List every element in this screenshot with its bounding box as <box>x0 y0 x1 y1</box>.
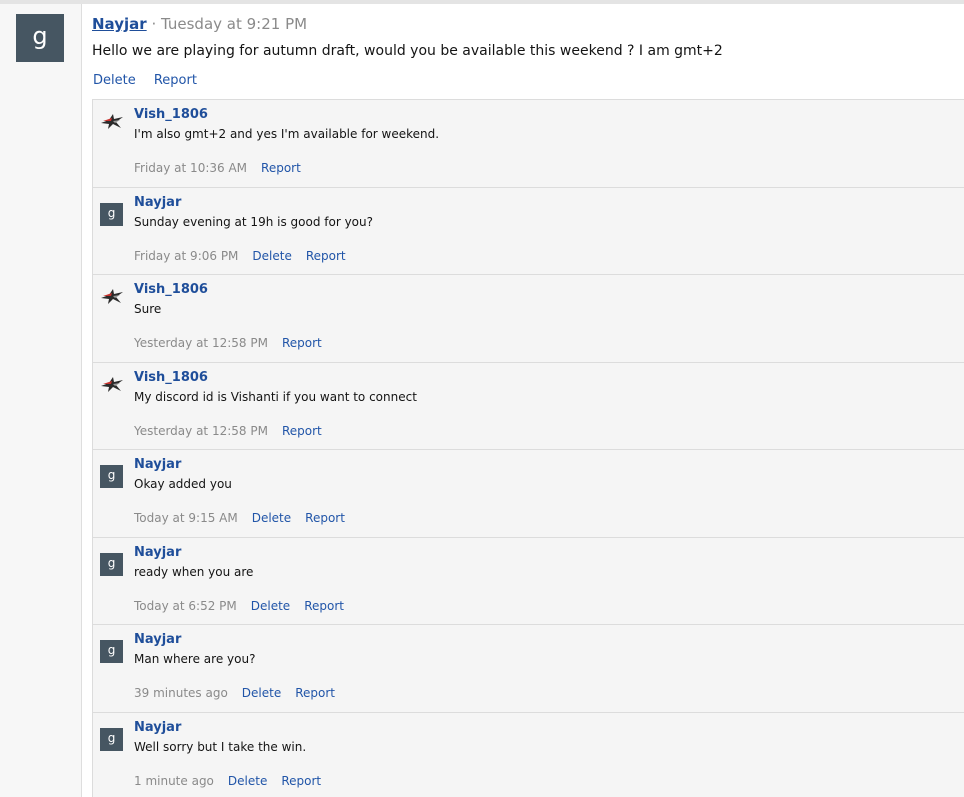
comment-author-link[interactable]: Vish_1806 <box>134 107 208 122</box>
comment-item: Vish_1806 Sure Yesterday at 12:58 PM Report <box>93 275 964 363</box>
header-separator: · <box>151 15 157 33</box>
comment-meta: 39 minutes ago Delete Report <box>134 686 349 700</box>
profile-post-page: g Nayjar · Tuesday at 9:21 PM Hello we a… <box>0 0 964 797</box>
comment-delete-link[interactable]: Delete <box>228 774 267 788</box>
comment-meta: Friday at 9:06 PM Delete Report <box>134 249 360 263</box>
comment-item: g Nayjar Sunday evening at 19h is good for… <box>93 188 964 275</box>
comment-item: g Nayjar Well sorry but I take the win. 1 m… <box>93 713 964 797</box>
comment-text: Sure <box>134 302 162 316</box>
comment-timestamp[interactable]: Today at 6:52 PM <box>134 599 237 613</box>
comment-text: Okay added you <box>134 477 232 491</box>
comment-timestamp[interactable]: 1 minute ago <box>134 774 214 788</box>
comment-timestamp[interactable]: 39 minutes ago <box>134 686 228 700</box>
comment-meta: Yesterday at 12:58 PM Report <box>134 336 336 350</box>
comment-delete-link[interactable]: Delete <box>252 511 291 525</box>
comment-meta: Today at 9:15 AM Delete Report <box>134 511 359 525</box>
comment-text: Man where are you? <box>134 652 256 666</box>
comment-delete-link[interactable]: Delete <box>252 249 291 263</box>
comment-timestamp[interactable]: Yesterday at 12:58 PM <box>134 336 268 350</box>
comments-thread: Vish_1806 I'm also gmt+2 and yes I'm avai… <box>92 99 964 797</box>
comment-report-link[interactable]: Report <box>282 424 322 438</box>
comment-author-avatar[interactable]: g <box>100 465 123 488</box>
comment-report-link[interactable]: Report <box>305 511 345 525</box>
comment-report-link[interactable]: Report <box>295 686 335 700</box>
post-delete-link[interactable]: Delete <box>93 73 136 88</box>
comment-meta: Yesterday at 12:58 PM Report <box>134 424 336 438</box>
comment-text: Sunday evening at 19h is good for you? <box>134 215 373 229</box>
comment-meta: 1 minute ago Delete Report <box>134 774 335 788</box>
post-header: Nayjar · Tuesday at 9:21 PM <box>92 15 307 35</box>
post-message: Hello we are playing for autumn draft, w… <box>92 43 723 59</box>
comment-meta: Friday at 10:36 AM Report <box>134 161 315 175</box>
comment-item: Vish_1806 My discord id is Vishanti if yo… <box>93 363 964 450</box>
comment-text: ready when you are <box>134 565 254 579</box>
post-actions: Delete Report <box>93 73 211 88</box>
comment-timestamp[interactable]: Yesterday at 12:58 PM <box>134 424 268 438</box>
comment-report-link[interactable]: Report <box>281 774 321 788</box>
comment-report-link[interactable]: Report <box>261 161 301 175</box>
comment-timestamp[interactable]: Friday at 10:36 AM <box>134 161 247 175</box>
vish-logo-avatar-icon[interactable] <box>99 286 125 306</box>
comment-text: Well sorry but I take the win. <box>134 740 307 754</box>
comment-timestamp[interactable]: Today at 9:15 AM <box>134 511 238 525</box>
comment-author-link[interactable]: Nayjar <box>134 545 181 560</box>
comment-author-avatar[interactable]: g <box>100 553 123 576</box>
comment-author-link[interactable]: Vish_1806 <box>134 282 208 297</box>
comment-timestamp[interactable]: Friday at 9:06 PM <box>134 249 238 263</box>
comment-author-avatar[interactable]: g <box>100 640 123 663</box>
comment-item: g Nayjar Okay added you Today at 9:15 AM Del… <box>93 450 964 538</box>
comment-report-link[interactable]: Report <box>306 249 346 263</box>
comment-author-link[interactable]: Nayjar <box>134 195 181 210</box>
post-author-link[interactable]: Nayjar <box>92 15 147 33</box>
comment-author-avatar[interactable]: g <box>100 728 123 751</box>
comment-text: My discord id is Vishanti if you want to… <box>134 390 417 404</box>
comment-author-link[interactable]: Nayjar <box>134 632 181 647</box>
post-author-avatar[interactable]: g <box>16 14 64 62</box>
comment-item: Vish_1806 I'm also gmt+2 and yes I'm avai… <box>93 100 964 188</box>
post-report-link[interactable]: Report <box>154 73 197 88</box>
vish-logo-avatar-icon[interactable] <box>99 111 125 131</box>
comment-delete-link[interactable]: Delete <box>251 599 290 613</box>
comment-author-link[interactable]: Nayjar <box>134 457 181 472</box>
comment-delete-link[interactable]: Delete <box>242 686 281 700</box>
comment-item: g Nayjar Man where are you? 39 minutes ago D… <box>93 625 964 713</box>
comment-report-link[interactable]: Report <box>282 336 322 350</box>
comment-meta: Today at 6:52 PM Delete Report <box>134 599 358 613</box>
comment-author-avatar[interactable]: g <box>100 203 123 226</box>
comment-author-link[interactable]: Vish_1806 <box>134 370 208 385</box>
post-timestamp[interactable]: Tuesday at 9:21 PM <box>161 15 307 33</box>
comment-author-link[interactable]: Nayjar <box>134 720 181 735</box>
comment-item: g Nayjar ready when you are Today at 6:52 P… <box>93 538 964 625</box>
comment-text: I'm also gmt+2 and yes I'm available for… <box>134 127 440 141</box>
vish-logo-avatar-icon[interactable] <box>99 374 125 394</box>
comment-report-link[interactable]: Report <box>304 599 344 613</box>
